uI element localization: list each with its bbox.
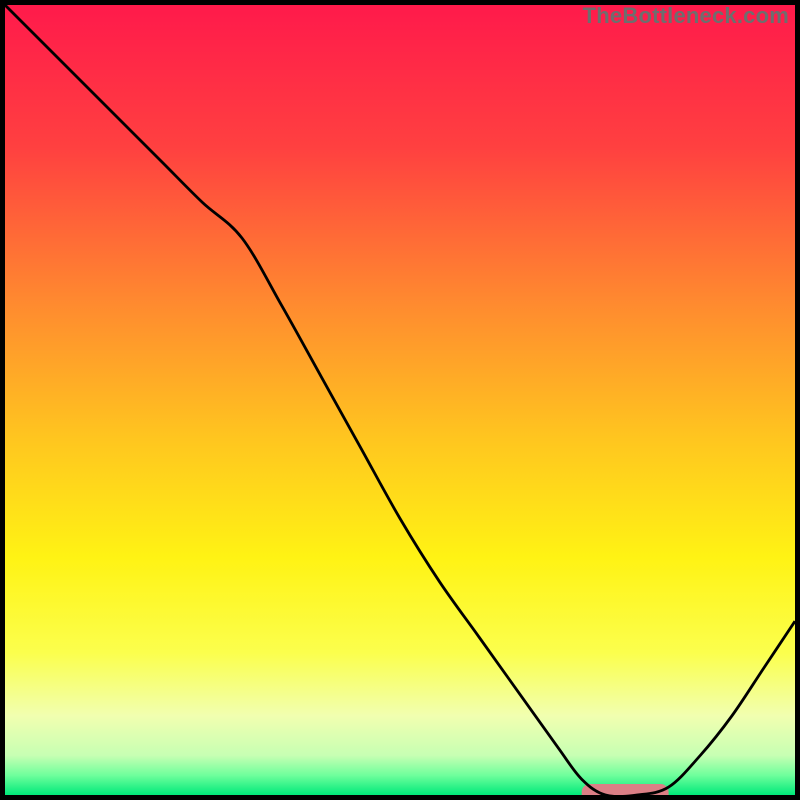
watermark-label: TheBottleneck.com (583, 3, 789, 27)
chart-frame: TheBottleneck.com (0, 0, 800, 800)
bottleneck-chart (5, 5, 795, 795)
